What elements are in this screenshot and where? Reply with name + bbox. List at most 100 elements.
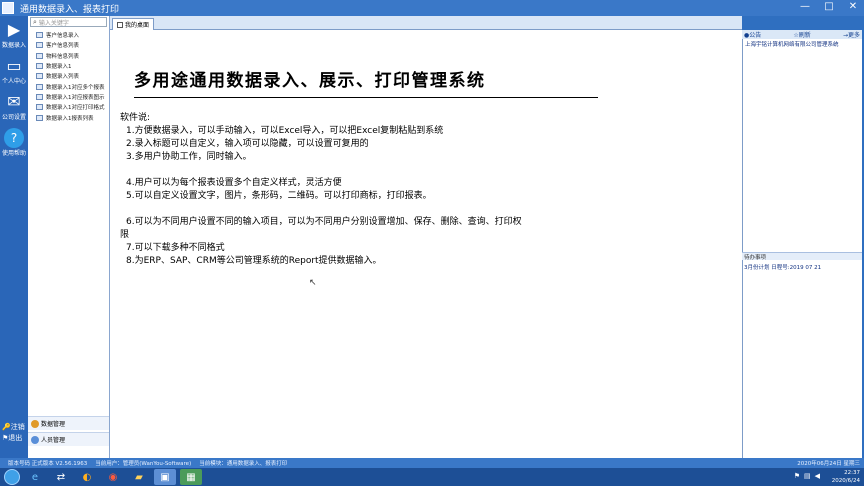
todo-section-header: 待办事项 [742, 252, 862, 261]
company-settings-nav[interactable]: ✉ 公司设置 [0, 88, 28, 124]
document-icon [36, 42, 43, 49]
nav-item-label: 客户信息列表 [46, 43, 80, 50]
logout-area: 🔑注销 ⚑退出 [2, 422, 25, 444]
user-management-label: 人员管理 [41, 437, 66, 444]
feature-line: 6.可以为不同用户设置不同的输入项目，可以为不同用户分别设置增加、保存、删除、查… [126, 217, 522, 227]
tab-my-desktop[interactable]: 我的桌面 [112, 18, 155, 30]
document-icon [36, 52, 43, 59]
user-icon [31, 435, 39, 444]
feature-line: 1.方便数据录入，可以手动输入，可以Excel导入，可以把Excel复制粘贴到系… [126, 126, 444, 136]
exit-label: 退出 [8, 434, 23, 442]
ie-icon[interactable]: e [24, 469, 46, 485]
mail-icon: ✉ [7, 92, 21, 111]
intro-text: 软件说: [120, 113, 151, 123]
nav-list: 客户信息录入 客户信息列表 物料信息列表 数据录入1 数据录入列表 数据录入1对… [28, 30, 109, 123]
taskbar: e ⇄ ◐ ◉ ▰ ▣ ▦ ⚑ ▤ ◀ 22:37 2020/6/24 [0, 468, 864, 486]
nav-item[interactable]: 物料信息列表 [28, 51, 109, 61]
document-icon [36, 63, 43, 70]
browser-icon[interactable]: ◐ [76, 469, 98, 485]
maximize-button[interactable]: □ [822, 1, 836, 12]
document-icon [36, 93, 43, 100]
nav-item[interactable]: 数据录入列表 [28, 71, 109, 81]
network-icon[interactable]: ▤ [804, 472, 811, 480]
more-button[interactable]: →更多 [843, 30, 860, 39]
data-entry-label: 数据录入 [1, 41, 26, 49]
right-panel [742, 30, 862, 458]
nav-item-label: 物料信息列表 [46, 53, 80, 60]
tab-bar: 我的桌面 [110, 16, 742, 30]
feature-line: 限 [120, 230, 130, 240]
nav-item-label: 数据录入1对应报表图示 [46, 94, 105, 101]
nav-item-label: 数据录入1对应多个报表 [46, 84, 105, 91]
chrome-icon[interactable]: ◉ [102, 469, 124, 485]
nav-item[interactable]: 数据录入1对应打印格式 [28, 102, 109, 112]
tab-notice[interactable]: ●公告 [744, 30, 761, 39]
document-icon [36, 83, 43, 90]
title-bar: 通用数据录入、报表打印 — □ ✕ [0, 0, 864, 16]
nav-item[interactable]: 客户信息录入 [28, 30, 109, 40]
search-icon: ⌕ [33, 17, 37, 26]
version-text: 版本号码 正式版本 V2.56.1963 [8, 461, 88, 467]
status-bar: 版本号码 正式版本 V2.56.1963 当前用户：管理员(WanYou-Sof… [0, 458, 864, 468]
right-panel-tabs: ●公告 ☆刷新 →更多 [742, 30, 862, 39]
data-entry-nav[interactable]: ▶ 数据录入 [0, 16, 28, 52]
flag-icon[interactable]: ⚑ [794, 472, 800, 480]
nav-item[interactable]: 数据录入1对应报表图示 [28, 92, 109, 102]
current-user-text: 当前用户：管理员(WanYou-Software) [95, 461, 192, 467]
left-icon-bar: ▶ 数据录入 ▭ 个人中心 ✉ 公司设置 ? 使用帮助 🔑注销 ⚑退出 [0, 16, 28, 458]
feature-line: 8.为ERP、SAP、CRM等公司管理系统的Report提供数据输入。 [126, 256, 382, 266]
app-icon [2, 2, 14, 14]
folder-icon[interactable]: ▰ [128, 469, 150, 485]
feature-line: 7.可以下载多种不同格式 [126, 243, 225, 253]
start-button[interactable] [4, 469, 20, 485]
description-body: 软件说: 1.方便数据录入，可以手动输入，可以Excel导入，可以把Excel复… [120, 112, 612, 268]
status-date: 2020年06月24日 星期三 [797, 461, 860, 467]
help-icon: ? [4, 127, 24, 148]
mouse-cursor-icon: ↖ [309, 278, 317, 288]
clock-date: 2020/6/24 [831, 478, 860, 484]
clock[interactable]: 22:37 2020/6/24 [832, 469, 860, 485]
logout-button[interactable]: 🔑注销 [2, 422, 25, 433]
document-icon [36, 32, 43, 39]
volume-icon[interactable]: ◀ [815, 472, 820, 480]
search-placeholder: 输入关键字 [38, 19, 69, 27]
page-title: 多用途通用数据录入、展示、打印管理系统 [134, 66, 598, 98]
company-settings-label: 公司设置 [1, 113, 26, 121]
sync-icon[interactable]: ⇄ [50, 469, 72, 485]
feature-line: 3.多用户协助工作，同时输入。 [126, 152, 252, 162]
personal-center-nav[interactable]: ▭ 个人中心 [0, 52, 28, 88]
app-icon-taskbar[interactable]: ▣ [154, 469, 176, 485]
main-content: 多用途通用数据录入、展示、打印管理系统 软件说: 1.方便数据录入，可以手动输入… [110, 30, 742, 458]
document-icon [36, 114, 43, 121]
nav-item[interactable]: 数据录入1报表列表 [28, 112, 109, 122]
nav-item[interactable]: 数据录入1 [28, 61, 109, 71]
feature-line: 4.用户可以为每个报表设置多个自定义样式，灵活方便 [126, 178, 342, 188]
data-management-label: 数据管理 [41, 421, 66, 428]
document-icon [36, 73, 43, 80]
user-management-button[interactable]: 人员管理 [28, 432, 109, 446]
gear-icon [31, 419, 39, 428]
close-button[interactable]: ✕ [846, 1, 860, 12]
system-tray: ⚑ ▤ ◀ [794, 472, 820, 480]
nav-item[interactable]: 客户信息列表 [28, 40, 109, 50]
exit-button[interactable]: ⚑退出 [2, 433, 25, 444]
data-management-button[interactable]: 数据管理 [28, 416, 109, 430]
nav-item-label: 数据录入1报表列表 [46, 115, 94, 122]
play-icon: ▶ [7, 20, 21, 39]
minimize-button[interactable]: — [798, 1, 812, 12]
excel-icon[interactable]: ▦ [180, 469, 202, 485]
todo-item[interactable]: 3月份计划 日程号:2019 07 21 [744, 263, 821, 271]
nav-item-label: 客户信息录入 [46, 33, 80, 40]
search-box[interactable]: ⌕ 输入关键字 [30, 17, 107, 27]
feature-line: 2.录入标题可以自定义，输入项可以隐藏，可以设置可复用的 [126, 139, 369, 149]
notice-item[interactable]: 上海宇铭计算机网络有限公司管理系统 [745, 40, 861, 48]
nav-item[interactable]: 数据录入1对应多个报表 [28, 81, 109, 91]
logout-label: 注销 [10, 423, 25, 431]
help-nav[interactable]: ? 使用帮助 [0, 124, 28, 160]
nav-panel: ⌕ 输入关键字 客户信息录入 客户信息列表 物料信息列表 数据录入1 数据录入列… [28, 16, 110, 458]
home-icon [117, 21, 123, 28]
refresh-button[interactable]: ☆刷新 [793, 30, 810, 39]
window-controls: — □ ✕ [798, 1, 860, 12]
